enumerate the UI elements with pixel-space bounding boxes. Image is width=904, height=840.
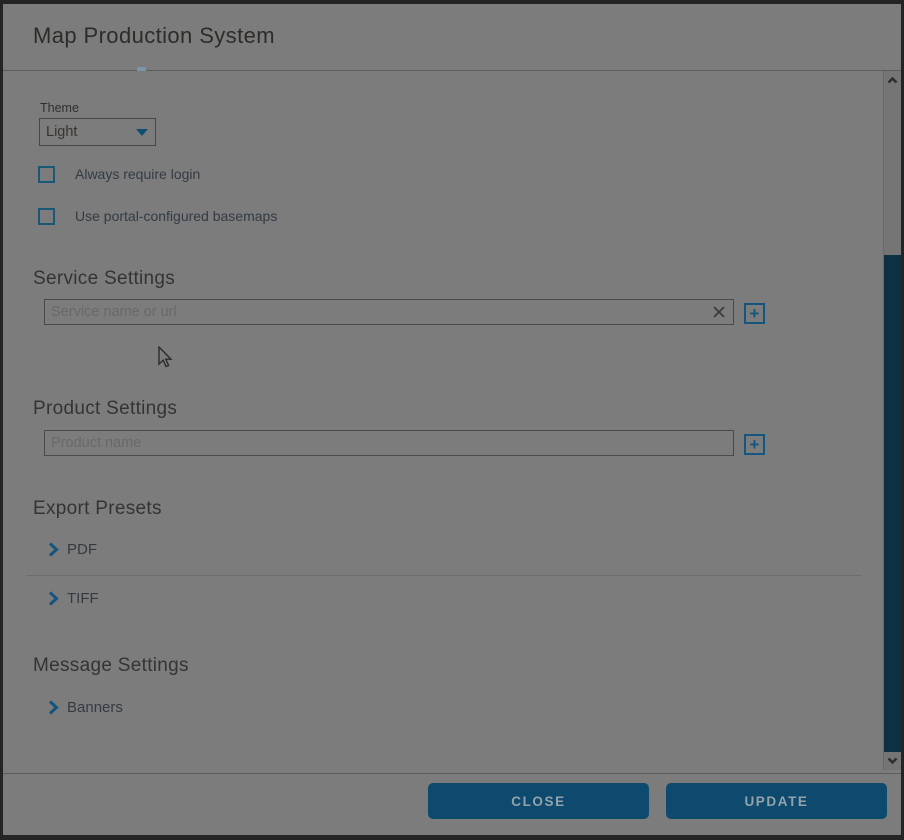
- plus-icon-glyph: +: [750, 436, 760, 453]
- product-settings-heading: Product Settings: [33, 398, 177, 420]
- add-product-button[interactable]: +: [744, 434, 765, 455]
- service-settings-heading: Service Settings: [33, 268, 175, 290]
- add-service-button[interactable]: +: [744, 303, 765, 324]
- footer-divider: [3, 773, 901, 774]
- update-button[interactable]: UPDATE: [666, 783, 887, 819]
- dropdown-caret-icon: [136, 129, 148, 136]
- checkbox-label-always-require-login[interactable]: Always require login: [75, 166, 200, 182]
- chevron-right-icon: [48, 700, 59, 715]
- clear-service-input-icon[interactable]: [712, 305, 726, 319]
- checkbox-portal-basemaps[interactable]: [38, 208, 55, 225]
- export-preset-pdf-row[interactable]: PDF: [48, 541, 97, 558]
- banners-label: Banners: [67, 699, 123, 716]
- window-border-top: [0, 0, 904, 4]
- preset-divider: [26, 575, 861, 576]
- scroll-up-icon[interactable]: [886, 74, 899, 87]
- close-button[interactable]: CLOSE: [428, 783, 649, 819]
- scroll-down-icon[interactable]: [886, 754, 899, 767]
- theme-selected-value: Light: [46, 119, 77, 145]
- dialog-title: Map Production System: [33, 23, 275, 49]
- export-preset-pdf-label: PDF: [67, 541, 97, 558]
- export-preset-tiff-label: TIFF: [67, 590, 99, 607]
- scrollbar-thumb[interactable]: [884, 255, 901, 752]
- clipped-scrolled-element: [137, 67, 146, 71]
- vertical-scrollbar[interactable]: [883, 71, 901, 770]
- export-presets-heading: Export Presets: [33, 498, 162, 520]
- chevron-right-icon: [48, 542, 59, 557]
- checkbox-always-require-login[interactable]: [38, 166, 55, 183]
- export-preset-tiff-row[interactable]: TIFF: [48, 590, 99, 607]
- map-production-system-dialog: Map Production System Theme Light Always…: [0, 0, 904, 840]
- window-border-left: [0, 0, 3, 840]
- service-name-input[interactable]: [44, 299, 734, 325]
- chevron-right-icon: [48, 591, 59, 606]
- theme-label: Theme: [40, 101, 79, 115]
- banners-row[interactable]: Banners: [48, 699, 123, 716]
- window-border-bottom: [0, 835, 904, 840]
- plus-icon-glyph: +: [750, 305, 760, 322]
- checkbox-label-portal-basemaps[interactable]: Use portal-configured basemaps: [75, 208, 277, 224]
- theme-select[interactable]: Light: [39, 118, 156, 146]
- product-name-input[interactable]: [44, 430, 734, 456]
- message-settings-heading: Message Settings: [33, 655, 189, 677]
- mouse-pointer-icon: [157, 346, 173, 368]
